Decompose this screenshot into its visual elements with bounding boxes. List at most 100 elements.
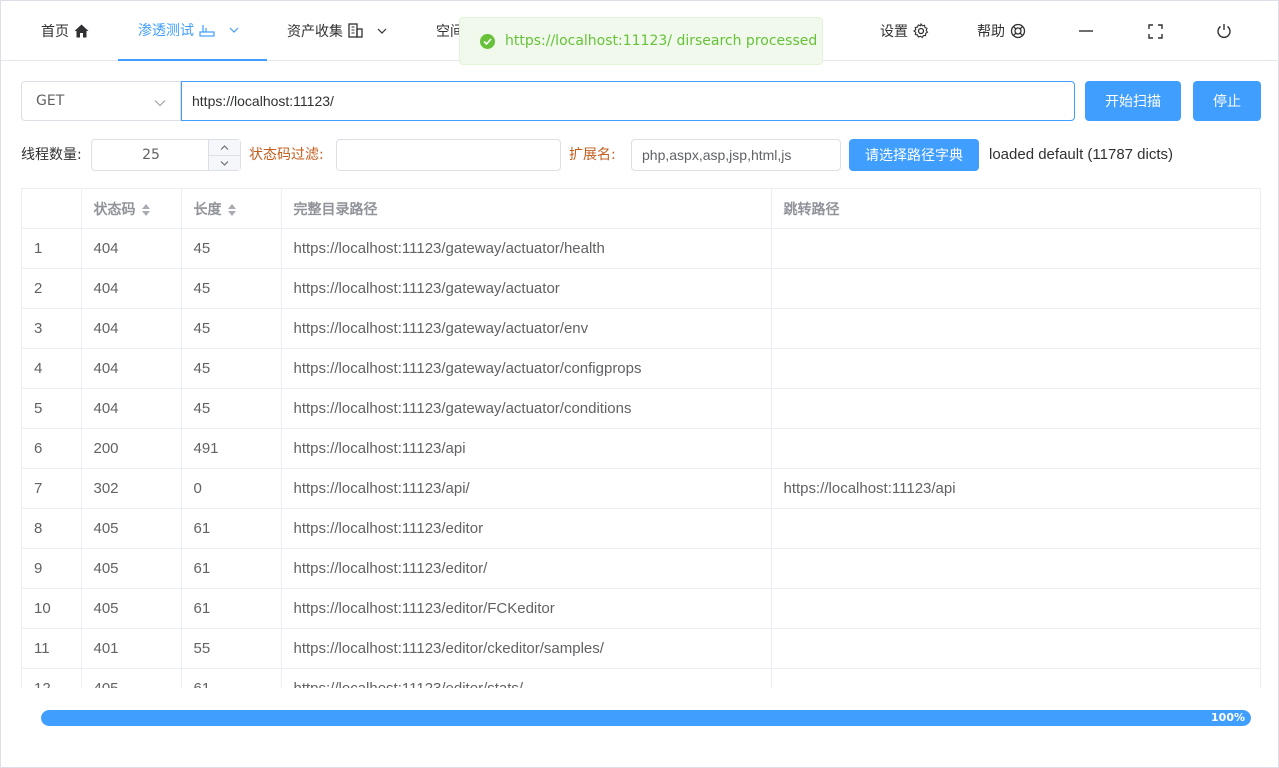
cell-redirect-path — [771, 308, 1260, 349]
url-input[interactable] — [181, 81, 1075, 121]
power-icon[interactable] — [1212, 19, 1236, 43]
thread-count-label: 线程数量: — [21, 147, 82, 163]
stepper-controls — [208, 140, 240, 170]
cell-status-code: 405 — [81, 668, 182, 688]
cell-length: 45 — [181, 228, 282, 269]
cell-status-code: 404 — [81, 308, 182, 349]
cell-index: 1 — [22, 228, 82, 269]
cell-status-code: 302 — [81, 468, 182, 509]
chevron-down-icon — [229, 27, 239, 33]
cell-redirect-path — [771, 628, 1260, 669]
cell-index: 3 — [22, 308, 82, 349]
chevron-up-icon — [220, 145, 229, 150]
cell-length: 55 — [181, 628, 282, 669]
fullscreen-icon[interactable] — [1143, 19, 1167, 43]
table-row[interactable]: 10 405 61 https://localhost:11123/editor/FC… — [22, 588, 1260, 629]
nav-settings-label: 设置 — [880, 23, 908, 40]
table-row[interactable]: 9 405 61 https://localhost:11123/editor/ — [22, 548, 1260, 589]
nav-settings[interactable]: 设置 — [880, 1, 929, 60]
dict-status: loaded default (11787 dicts) — [989, 146, 1174, 163]
app-window: 首页 渗透测试 资产收集 空间 设置 帮助 https://localhost:… — [0, 0, 1279, 768]
cell-full-path: https://localhost:11123/gateway/actuator — [281, 268, 772, 309]
thread-count-stepper[interactable]: 25 — [91, 139, 241, 171]
check-circle-icon — [480, 33, 495, 49]
table-row[interactable]: 6 200 491 https://localhost:11123/api — [22, 428, 1260, 469]
cell-redirect-path — [771, 588, 1260, 629]
col-status-code[interactable]: 状态码 — [81, 188, 182, 229]
cell-index: 2 — [22, 268, 82, 309]
cell-length: 61 — [181, 508, 282, 549]
table-row[interactable]: 2 404 45 https://localhost:11123/gateway/ac… — [22, 268, 1260, 309]
col-status-code-label: 状态码 — [93, 200, 136, 217]
decrease-button[interactable] — [209, 155, 240, 170]
nav-assets[interactable]: 资产收集 — [287, 1, 387, 60]
status-filter-input[interactable] — [336, 139, 561, 171]
cell-status-code: 405 — [81, 548, 182, 589]
col-full-path: 完整目录路径 — [281, 188, 772, 229]
cell-full-path: https://localhost:11123/gateway/actuator… — [281, 308, 772, 349]
cell-full-path: https://localhost:11123/editor/FCKeditor — [281, 588, 772, 629]
cell-length: 491 — [181, 428, 282, 469]
start-scan-button[interactable]: 开始扫描 — [1085, 81, 1181, 121]
toast-message: https://localhost:11123/ dirsearch proce… — [505, 33, 818, 49]
cell-index: 8 — [22, 508, 82, 549]
cell-redirect-path — [771, 228, 1260, 269]
cell-index: 11 — [22, 628, 82, 669]
cell-full-path: https://localhost:11123/api — [281, 428, 772, 469]
tool-icon — [199, 23, 215, 37]
cell-redirect-path — [771, 668, 1260, 688]
scan-progress-bar: 100% — [41, 710, 1251, 726]
nav-help-label: 帮助 — [977, 23, 1005, 40]
table-row[interactable]: 8 405 61 https://localhost:11123/editor — [22, 508, 1260, 549]
cell-length: 0 — [181, 468, 282, 509]
cell-redirect-path — [771, 268, 1260, 309]
chevron-down-icon — [377, 28, 387, 34]
cell-full-path: https://localhost:11123/editor/ — [281, 548, 772, 589]
table-row[interactable]: 5 404 45 https://localhost:11123/gateway/ac… — [22, 388, 1260, 429]
sort-icon[interactable] — [141, 203, 150, 216]
increase-button[interactable] — [209, 140, 240, 155]
col-length[interactable]: 长度 — [181, 188, 282, 229]
cell-redirect-path — [771, 548, 1260, 589]
cell-status-code: 405 — [81, 508, 182, 549]
cell-index: 4 — [22, 348, 82, 389]
minimize-icon[interactable] — [1074, 19, 1098, 43]
cell-full-path: https://localhost:11123/editor — [281, 508, 772, 549]
cell-redirect-path: https://localhost:11123/api — [771, 468, 1260, 509]
cell-full-path: https://localhost:11123/editor/ckeditor/… — [281, 628, 772, 669]
select-dict-button[interactable]: 请选择路径字典 — [849, 139, 979, 171]
nav-help[interactable]: 帮助 — [977, 1, 1026, 60]
cell-index: 7 — [22, 468, 82, 509]
cell-index: 10 — [22, 588, 82, 629]
sort-icon[interactable] — [227, 203, 236, 216]
success-toast: https://localhost:11123/ dirsearch proce… — [459, 17, 823, 65]
table-row[interactable]: 4 404 45 https://localhost:11123/gateway/ac… — [22, 348, 1260, 389]
cell-length: 61 — [181, 588, 282, 629]
table-row[interactable]: 3 404 45 https://localhost:11123/gateway/ac… — [22, 308, 1260, 349]
table-row[interactable]: 11 401 55 https://localhost:11123/editor/ck… — [22, 628, 1260, 669]
status-filter-label: 状态码过滤: — [249, 147, 324, 163]
table-row[interactable]: 1240561https://localhost:11123/editor/st… — [22, 668, 1260, 688]
cell-index: 5 — [22, 388, 82, 429]
cell-redirect-path — [771, 348, 1260, 389]
cell-full-path: https://localhost:11123/api/ — [281, 468, 772, 509]
chevron-down-icon — [154, 95, 166, 111]
thread-count-value: 25 — [142, 147, 160, 163]
extension-input[interactable] — [631, 139, 841, 171]
cell-length: 61 — [181, 548, 282, 589]
cell-length: 45 — [181, 348, 282, 389]
cell-length: 45 — [181, 268, 282, 309]
table-row[interactable]: 7 302 0 https://localhost:11123/api/https:/… — [22, 468, 1260, 509]
nav-pentest[interactable]: 渗透测试 — [118, 1, 267, 61]
table-row[interactable]: 1 404 45 https://localhost:11123/gateway/ac… — [22, 228, 1260, 269]
col-index — [22, 188, 82, 229]
stop-button[interactable]: 停止 — [1193, 81, 1261, 121]
cell-full-path: https://localhost:11123/gateway/actuator… — [281, 348, 772, 389]
progress-fill: 100% — [41, 710, 1251, 726]
cell-status-code: 404 — [81, 388, 182, 429]
method-select[interactable]: GET — [21, 81, 181, 121]
chevron-down-icon — [220, 160, 229, 166]
cell-status-code: 401 — [81, 628, 182, 669]
cell-length: 45 — [181, 388, 282, 429]
nav-home[interactable]: 首页 — [41, 1, 89, 60]
